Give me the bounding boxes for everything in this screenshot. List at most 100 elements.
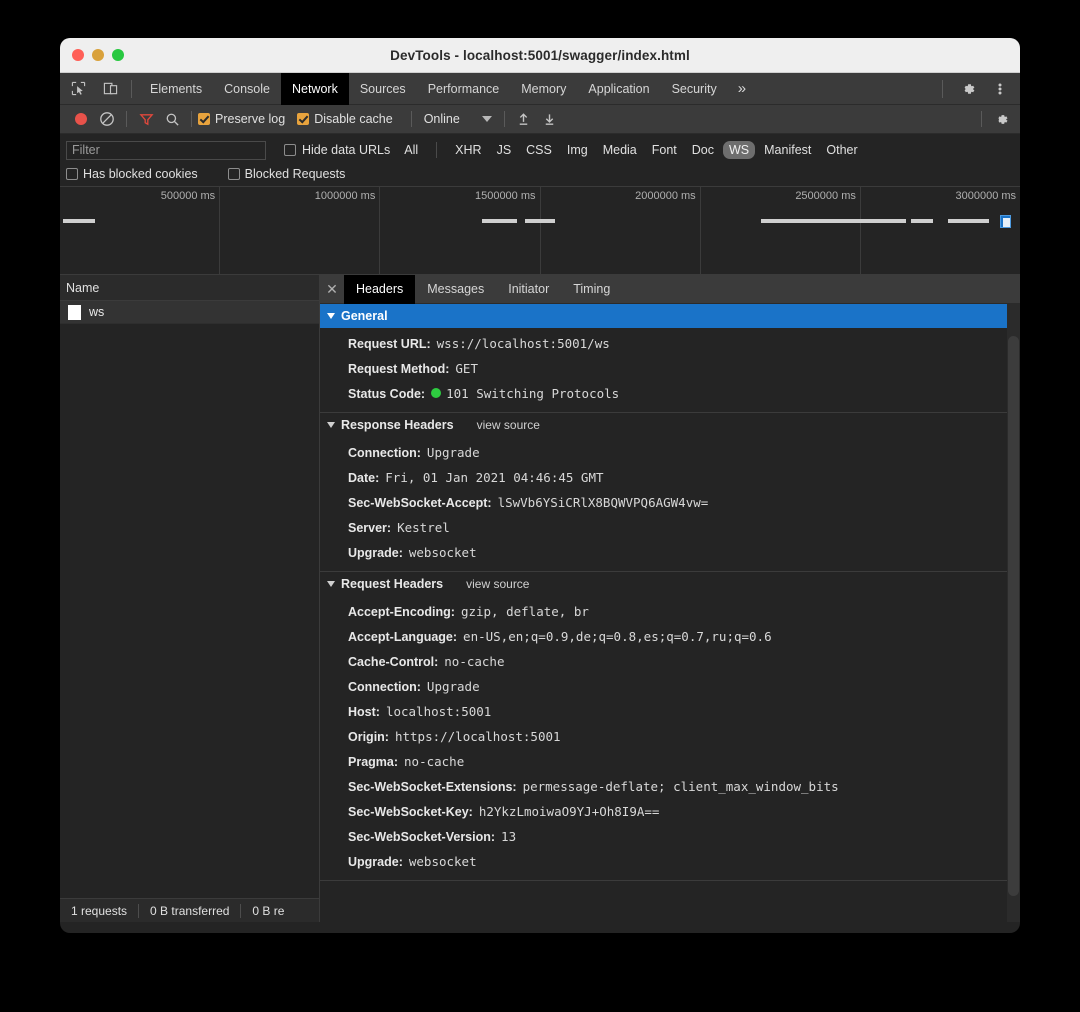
filter-input[interactable] xyxy=(66,141,266,160)
filter-pill-font[interactable]: Font xyxy=(646,141,683,159)
network-overview-timeline[interactable]: 500000 ms 1000000 ms 1500000 ms 2000000 … xyxy=(60,187,1020,275)
network-settings-gear-icon[interactable] xyxy=(988,107,1014,131)
tab-timing[interactable]: Timing xyxy=(561,275,622,304)
record-button-icon[interactable] xyxy=(68,107,94,131)
device-toolbar-icon[interactable] xyxy=(96,76,124,102)
clear-icon[interactable] xyxy=(94,107,120,131)
toolbar-divider-right xyxy=(942,80,943,98)
network-status-bar: 1 requests 0 B transferred 0 B re xyxy=(60,898,319,922)
column-header-name: Name xyxy=(66,281,99,295)
header-name: Host: xyxy=(348,704,380,721)
filter-pill-css[interactable]: CSS xyxy=(520,141,558,159)
filter-pill-js[interactable]: JS xyxy=(491,141,518,159)
detail-tabbar: ✕ Headers Messages Initiator Timing xyxy=(320,275,1020,304)
section-rows: Connection:UpgradeDate:Fri, 01 Jan 2021 … xyxy=(320,437,1020,572)
filter-pill-xhr[interactable]: XHR xyxy=(449,141,487,159)
search-icon[interactable] xyxy=(159,107,185,131)
timeline-tick-label: 1500000 ms xyxy=(475,190,536,202)
header-name: Connection: xyxy=(348,445,421,462)
tab-headers[interactable]: Headers xyxy=(344,275,415,304)
checkbox-checked-icon xyxy=(297,113,309,125)
table-row[interactable]: ws xyxy=(60,301,319,324)
tab-application[interactable]: Application xyxy=(577,73,660,105)
resources-size: 0 B re xyxy=(241,904,295,918)
header-name: Server: xyxy=(348,520,391,537)
section-title: General xyxy=(341,309,388,323)
filter-pill-all[interactable]: All xyxy=(398,141,424,159)
scrollbar-thumb[interactable] xyxy=(1008,336,1019,896)
header-name: Upgrade: xyxy=(348,854,403,871)
maximize-window-button[interactable] xyxy=(112,49,124,61)
tab-memory[interactable]: Memory xyxy=(510,73,577,105)
header-value: websocket xyxy=(409,853,477,870)
header-value: websocket xyxy=(409,544,477,561)
close-window-button[interactable] xyxy=(72,49,84,61)
inspect-element-icon[interactable] xyxy=(64,76,92,102)
tab-security[interactable]: Security xyxy=(661,73,728,105)
tab-network[interactable]: Network xyxy=(281,73,349,105)
header-row: Cache-Control:no-cache xyxy=(320,649,1020,674)
preserve-log-checkbox[interactable]: Preserve log xyxy=(198,112,285,126)
filter-pill-doc[interactable]: Doc xyxy=(686,141,720,159)
header-value: en-US,en;q=0.9,de;q=0.8,es;q=0.7,ru;q=0.… xyxy=(463,628,772,645)
toolbar-divider xyxy=(131,80,132,98)
section-header[interactable]: General xyxy=(320,304,1020,328)
header-name: Pragma: xyxy=(348,754,398,771)
pill-divider xyxy=(436,142,437,158)
blocked-requests-checkbox[interactable]: Blocked Requests xyxy=(228,167,346,181)
timeline-gridlines: 500000 ms 1000000 ms 1500000 ms 2000000 … xyxy=(60,187,1020,274)
preserve-log-label: Preserve log xyxy=(215,112,285,126)
websocket-file-icon xyxy=(68,305,81,320)
timeline-tick-label: 2000000 ms xyxy=(635,190,696,202)
has-blocked-cookies-checkbox[interactable]: Has blocked cookies xyxy=(66,167,198,181)
filter-funnel-icon[interactable] xyxy=(133,107,159,131)
timeline-selection-marker[interactable] xyxy=(1000,215,1011,228)
tab-console[interactable]: Console xyxy=(213,73,281,105)
tab-messages[interactable]: Messages xyxy=(415,275,496,304)
checkbox-unchecked-icon xyxy=(228,168,240,180)
filter-pill-img[interactable]: Img xyxy=(561,141,594,159)
import-har-icon[interactable] xyxy=(511,107,537,131)
view-source-link[interactable]: view source xyxy=(466,577,529,591)
tab-initiator[interactable]: Initiator xyxy=(496,275,561,304)
hide-data-urls-checkbox[interactable]: Hide data URLs xyxy=(284,143,390,157)
network-filter-bar: Hide data URLs All XHR JS CSS Img Media … xyxy=(60,134,1020,187)
tab-elements[interactable]: Elements xyxy=(139,73,213,105)
tab-sources[interactable]: Sources xyxy=(349,73,417,105)
more-tabs-button[interactable]: » xyxy=(728,73,756,105)
export-har-icon[interactable] xyxy=(537,107,563,131)
settings-gear-icon[interactable] xyxy=(954,76,982,102)
devtools-tabbar: Elements Console Network Sources Perform… xyxy=(60,73,1020,105)
header-value: Kestrel xyxy=(397,519,450,536)
request-list: ws xyxy=(60,301,319,898)
header-name: Request URL: xyxy=(348,336,431,353)
header-name: Connection: xyxy=(348,679,421,696)
filter-pill-manifest[interactable]: Manifest xyxy=(758,141,817,159)
view-source-link[interactable]: view source xyxy=(477,418,540,432)
network-toolbar: Preserve log Disable cache Online xyxy=(60,105,1020,134)
toolbar-divider xyxy=(504,111,505,127)
tab-performance[interactable]: Performance xyxy=(417,73,511,105)
header-row: Status Code:101 Switching Protocols xyxy=(320,381,1020,406)
header-row: Request URL:wss://localhost:5001/ws xyxy=(320,331,1020,356)
chevron-down-icon xyxy=(482,116,492,122)
filter-pill-media[interactable]: Media xyxy=(597,141,643,159)
disable-cache-checkbox[interactable]: Disable cache xyxy=(297,112,393,126)
filter-pill-ws[interactable]: WS xyxy=(723,141,755,159)
minimize-window-button[interactable] xyxy=(92,49,104,61)
header-value: localhost:5001 xyxy=(386,703,491,720)
section-header[interactable]: Response Headersview source xyxy=(320,413,1020,437)
timeline-bar xyxy=(63,219,95,223)
header-value: Upgrade xyxy=(427,678,480,695)
throttling-dropdown[interactable]: Online xyxy=(418,112,498,126)
header-name: Accept-Encoding: xyxy=(348,604,455,621)
header-row: Sec-WebSocket-Accept:lSwVb6YSiCRlX8BQWVP… xyxy=(320,490,1020,515)
window-title: DevTools - localhost:5001/swagger/index.… xyxy=(60,48,1020,63)
close-icon[interactable]: ✕ xyxy=(320,275,344,304)
status-code-text: 101 Switching Protocols xyxy=(446,386,619,401)
more-options-icon[interactable] xyxy=(986,76,1014,102)
filter-pill-other[interactable]: Other xyxy=(820,141,863,159)
section-header[interactable]: Request Headersview source xyxy=(320,572,1020,596)
chevron-down-icon xyxy=(327,313,335,319)
detail-scrollbar[interactable] xyxy=(1007,304,1020,922)
